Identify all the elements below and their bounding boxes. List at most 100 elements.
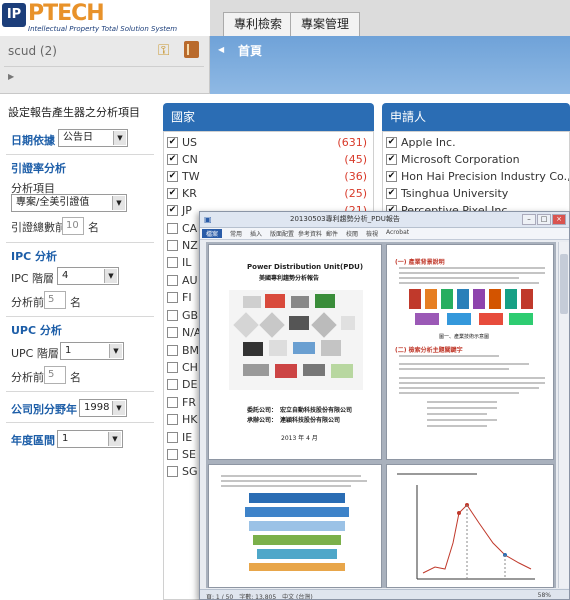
applicant-row[interactable]: ✔ Microsoft Corporation [386, 151, 569, 168]
text-line [221, 485, 351, 487]
text-line [399, 368, 509, 370]
client-company: 委託公司： 宏立自動科技股份有限公司 [247, 407, 353, 414]
collapse-arrow-icon[interactable]: ◀ [218, 45, 224, 54]
text-line [399, 392, 519, 394]
zoom-level[interactable]: 58% [538, 592, 551, 599]
checkbox[interactable]: ✔ [167, 171, 178, 182]
checkbox[interactable]: ✔ [167, 188, 178, 199]
logo-subtitle: Intellectual Property Total Solution Sys… [28, 25, 178, 33]
checkbox[interactable] [167, 362, 178, 373]
window-titlebar[interactable]: ▣ 20130503專利趨勢分析_PDU報告 – □ × [200, 212, 569, 228]
text-line [399, 377, 545, 379]
user-label[interactable]: scud (2) [8, 44, 57, 58]
logo-mark: IP [2, 3, 26, 27]
ribbon-tab[interactable]: 檔案 [202, 229, 223, 238]
country-row[interactable]: ✔ KR (25) [167, 185, 371, 202]
document-page [208, 464, 382, 588]
checkbox[interactable] [167, 432, 178, 443]
maximize-icon[interactable]: □ [537, 214, 551, 225]
ribbon-tab[interactable]: Acrobat [386, 229, 409, 236]
chevron-down-icon: ▼ [112, 196, 125, 210]
date-basis-label: 日期依據 [11, 134, 55, 147]
checkbox[interactable]: ✔ [386, 137, 397, 148]
upc-top-input[interactable]: 5 [44, 366, 66, 384]
checkbox[interactable] [167, 240, 178, 251]
checkbox[interactable] [167, 310, 178, 321]
ipc-top-input[interactable]: 5 [44, 291, 66, 309]
ipc-top-label: 分析前 [11, 296, 44, 309]
applicant-row[interactable]: ✔ Apple Inc. [386, 134, 569, 151]
divider [6, 154, 154, 155]
text-line [427, 425, 487, 427]
book-icon[interactable] [184, 41, 199, 58]
checkbox[interactable] [167, 223, 178, 234]
citation-total-input[interactable]: 10 [62, 217, 84, 235]
checkbox[interactable]: ✔ [386, 154, 397, 165]
user-panel: scud (2) ⚿ [0, 36, 210, 94]
text-line [397, 473, 477, 475]
checkbox[interactable] [167, 449, 178, 460]
applicant-row[interactable]: ✔ Tsinghua University [386, 185, 569, 202]
technology-diagram [409, 289, 533, 325]
panel-expand-icon[interactable]: ▶ [8, 72, 14, 81]
checkbox[interactable]: ✔ [386, 171, 397, 182]
checkbox[interactable]: ✔ [386, 188, 397, 199]
tab-project-management[interactable]: 專案管理 [290, 12, 361, 36]
checkbox[interactable] [167, 345, 178, 356]
ribbon-tab[interactable]: 參考資料 [298, 229, 322, 238]
ribbon-tab[interactable]: 版面配置 [270, 229, 294, 238]
upc-level-select[interactable]: 1 ▼ [60, 342, 124, 360]
document-canvas[interactable]: Power Distribution Unit(PDU) 美國專利趨勢分析報告 [206, 242, 556, 588]
citation-item-select[interactable]: 專案/全美引證值 ▼ [11, 194, 127, 212]
report-subtitle: 美國專利趨勢分析報告 [259, 275, 320, 282]
text-line [399, 355, 499, 357]
divider [6, 242, 154, 243]
checkbox[interactable]: ✔ [167, 154, 178, 165]
checkbox[interactable] [167, 292, 178, 303]
ipc-level-select[interactable]: 4 ▼ [57, 267, 119, 285]
checkbox[interactable] [167, 414, 178, 425]
iptech-logo[interactable]: IP PTECH Intellectual Property Total Sol… [2, 1, 200, 33]
applicant-row[interactable]: ✔Hon Hai Precision Industry Co., Ltd. [386, 168, 569, 185]
key-icon[interactable]: ⚿ [158, 41, 169, 59]
ribbon-tab[interactable]: 常用 [230, 229, 242, 238]
text-line [221, 475, 361, 477]
close-icon[interactable]: × [552, 214, 566, 225]
divider [4, 66, 204, 67]
year-range-label: 年度區間 [11, 434, 55, 447]
ribbon-tab[interactable]: 插入 [250, 229, 262, 238]
vertical-scrollbar[interactable] [558, 242, 569, 588]
date-basis-select[interactable]: 公告日 ▼ [58, 129, 128, 147]
divider [6, 422, 154, 423]
tab-patent-search[interactable]: 專利檢索 [223, 12, 294, 36]
checkbox[interactable] [167, 257, 178, 268]
unit-label: 名 [70, 371, 81, 384]
unit-label: 名 [70, 296, 81, 309]
ribbon-tab[interactable]: 檢視 [366, 229, 378, 238]
scrollbar-thumb[interactable] [560, 254, 568, 314]
minimize-icon[interactable]: – [522, 214, 536, 225]
tab-home[interactable]: 首頁 [238, 42, 262, 59]
company-year-select[interactable]: 1998 ▼ [79, 399, 127, 417]
country-row[interactable]: ✔ US (631) [167, 134, 371, 151]
checkbox[interactable] [167, 466, 178, 477]
checkbox[interactable] [167, 275, 178, 286]
country-row[interactable]: ✔ TW (36) [167, 168, 371, 185]
ribbon-tab[interactable]: 郵件 [326, 229, 338, 238]
text-line [399, 267, 545, 269]
checkbox[interactable]: ✔ [167, 205, 178, 216]
year-range-select[interactable]: 1 ▼ [57, 430, 123, 448]
checkbox[interactable] [167, 379, 178, 390]
ribbon-tab[interactable]: 校閱 [346, 229, 358, 238]
checkbox[interactable] [167, 397, 178, 408]
report-title: Power Distribution Unit(PDU) [247, 263, 364, 271]
country-row[interactable]: ✔ CN (45) [167, 151, 371, 168]
document-preview-window[interactable]: ▣ 20130503專利趨勢分析_PDU報告 – □ × 檔案 常用 插入 版面… [199, 211, 570, 600]
logo-text: PTECH [28, 1, 105, 26]
checkbox[interactable]: ✔ [167, 137, 178, 148]
text-line [399, 363, 529, 365]
report-settings-form: 設定報告產生器之分析項目 日期依據 公告日 ▼ 引證率分析 分析項目 專案/全美… [0, 96, 160, 600]
text-line [427, 407, 497, 409]
text-line [221, 480, 367, 482]
checkbox[interactable] [167, 327, 178, 338]
